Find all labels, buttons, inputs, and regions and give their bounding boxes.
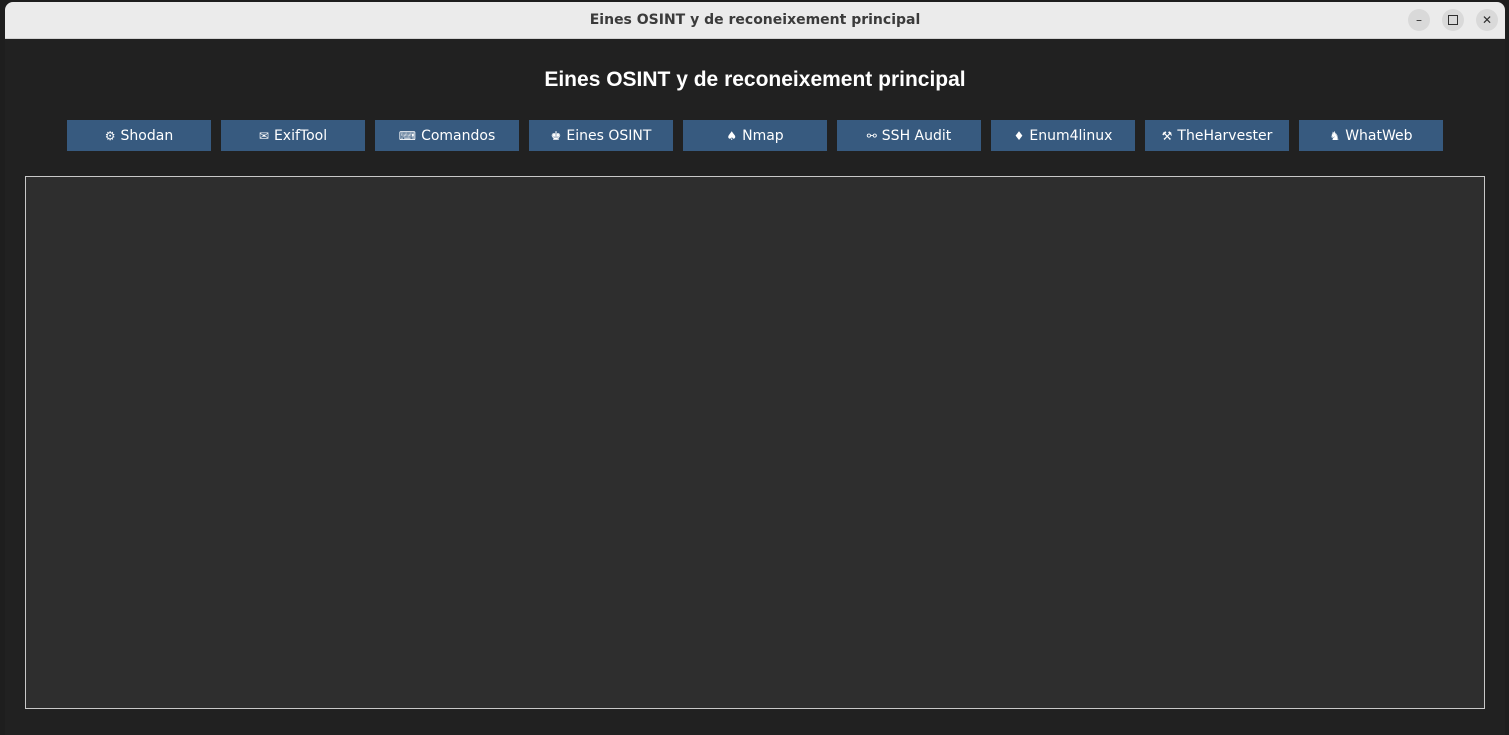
page-title: Eines OSINT y de reconeixement principal bbox=[544, 68, 966, 91]
minimize-icon: – bbox=[1416, 13, 1422, 27]
close-button[interactable]: ✕ bbox=[1476, 9, 1498, 31]
shodan-button[interactable]: ⚙ Shodan bbox=[67, 120, 211, 151]
eines-osint-button[interactable]: ♚ Eines OSINT bbox=[529, 120, 673, 151]
maximize-button[interactable] bbox=[1442, 9, 1464, 31]
button-label: SSH Audit bbox=[881, 127, 952, 144]
exiftool-button[interactable]: ✉ ExifTool bbox=[221, 120, 365, 151]
button-label: Eines OSINT bbox=[566, 127, 652, 144]
window-title: Eines OSINT y de reconeixement principal bbox=[589, 12, 921, 28]
app-window: Eines OSINT y de reconeixement principal… bbox=[5, 2, 1505, 735]
comandos-button[interactable]: ⌨ Comandos bbox=[375, 120, 519, 151]
minimize-button[interactable]: – bbox=[1408, 9, 1430, 31]
theharvester-button[interactable]: ⚒ TheHarvester bbox=[1145, 120, 1289, 151]
hammer-pick-icon: ⚒ bbox=[1161, 128, 1173, 143]
spade-icon: ♠ bbox=[726, 128, 738, 143]
chess-king-icon: ♚ bbox=[550, 128, 562, 143]
chess-knight-icon: ♞ bbox=[1329, 128, 1341, 143]
close-icon: ✕ bbox=[1481, 13, 1493, 27]
main-content: Eines OSINT y de reconeixement principal… bbox=[5, 39, 1505, 735]
nmap-button[interactable]: ♠ Nmap bbox=[683, 120, 827, 151]
gear-icon: ⚙ bbox=[104, 128, 116, 143]
output-panel[interactable] bbox=[25, 176, 1485, 709]
maximize-icon bbox=[1448, 14, 1458, 25]
keyboard-icon: ⌨ bbox=[398, 128, 417, 143]
ssh-audit-button[interactable]: ⚯ SSH Audit bbox=[837, 120, 981, 151]
title-bar[interactable]: Eines OSINT y de reconeixement principal… bbox=[5, 2, 1505, 39]
button-label: ExifTool bbox=[273, 127, 328, 144]
diamond-icon: ♦ bbox=[1013, 128, 1025, 143]
button-label: TheHarvester bbox=[1177, 127, 1273, 144]
envelope-icon: ✉ bbox=[258, 128, 269, 143]
button-label: Comandos bbox=[421, 127, 496, 144]
enum4linux-button[interactable]: ♦ Enum4linux bbox=[991, 120, 1135, 151]
button-label: Nmap bbox=[742, 127, 784, 144]
whatweb-button[interactable]: ♞ WhatWeb bbox=[1299, 120, 1443, 151]
link-icon: ⚯ bbox=[866, 128, 877, 143]
button-label: Shodan bbox=[120, 127, 174, 144]
button-label: Enum4linux bbox=[1029, 127, 1113, 144]
button-label: WhatWeb bbox=[1345, 127, 1413, 144]
tool-toolbar: ⚙ Shodan ✉ ExifTool ⌨ Comandos ♚ Eines O… bbox=[67, 120, 1443, 151]
